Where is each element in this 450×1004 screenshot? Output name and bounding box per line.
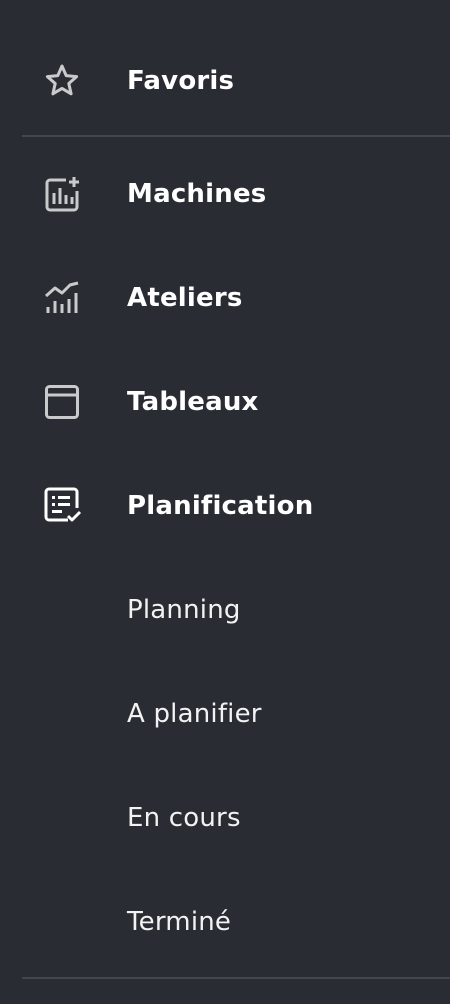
sidebar-item-label: Machines — [127, 179, 267, 209]
sidebar-item-label: Favoris — [127, 66, 235, 96]
subitem-a-planifier[interactable]: A planifier — [0, 662, 450, 766]
divider — [22, 977, 450, 979]
sidebar-item-tableaux[interactable]: Tableaux — [0, 350, 450, 454]
checklist-icon — [40, 484, 84, 528]
sidebar-item-ateliers[interactable]: Ateliers — [0, 246, 450, 350]
star-icon — [40, 59, 84, 103]
divider — [22, 135, 450, 137]
sidebar-item-label: Planification — [127, 491, 314, 521]
subitem-label: En cours — [127, 803, 241, 833]
subitem-label: Terminé — [127, 907, 232, 937]
sidebar-item-machines[interactable]: Machines — [0, 142, 450, 246]
sidebar-item-planification[interactable]: Planification — [0, 454, 450, 558]
subitem-label: A planifier — [127, 699, 262, 729]
sidebar-item-favoris[interactable]: Favoris — [0, 29, 450, 133]
sidebar-item-label: Ateliers — [127, 283, 243, 313]
trend-chart-icon — [40, 276, 84, 320]
subitem-en-cours[interactable]: En cours — [0, 766, 450, 870]
subitem-label: Planning — [127, 595, 241, 625]
sidebar-item-label: Tableaux — [127, 387, 259, 417]
subitem-planning[interactable]: Planning — [0, 558, 450, 662]
subitem-termine[interactable]: Terminé — [0, 870, 450, 974]
window-icon — [40, 380, 84, 424]
sidebar-nav: Favoris Machines Ateliers Tableaux Plani… — [0, 0, 450, 1004]
chart-add-icon — [40, 172, 84, 216]
